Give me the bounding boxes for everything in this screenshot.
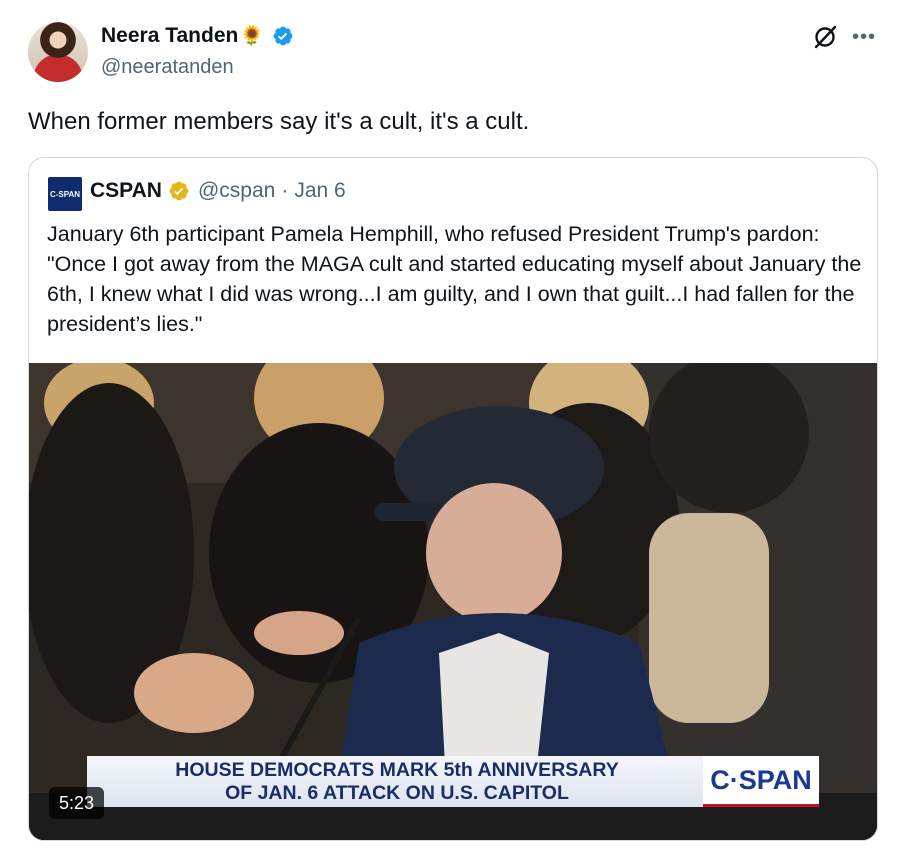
quoted-tweet[interactable]: C-SPAN CSPAN @cspan · Jan 6 January 6th … — [28, 157, 878, 841]
quoted-text: January 6th participant Pamela Hemphill,… — [47, 222, 862, 336]
cspan-avatar[interactable]: C-SPAN — [48, 177, 82, 211]
quoted-date[interactable]: Jan 6 — [294, 179, 345, 203]
author-avatar[interactable] — [28, 22, 88, 82]
video-player[interactable]: HOUSE DEMOCRATS MARK 5th ANNIVERSARY OF … — [29, 363, 877, 840]
chyron-line-1: HOUSE DEMOCRATS MARK 5th ANNIVERSARY — [175, 758, 619, 781]
separator-dot: · — [281, 179, 289, 202]
chyron-banner: HOUSE DEMOCRATS MARK 5th ANNIVERSARY OF … — [87, 756, 707, 807]
more-icon[interactable]: ••• — [852, 26, 876, 49]
author-name[interactable]: Neera Tanden — [101, 24, 238, 48]
cspan-watermark: C·SPAN — [703, 756, 819, 807]
video-duration-badge: 5:23 — [49, 787, 105, 819]
author-handle[interactable]: @neeratanden — [101, 56, 234, 79]
quoted-header: CSPAN @cspan · Jan 6 — [90, 179, 346, 203]
quoted-author-handle[interactable]: @cspan — [198, 179, 275, 203]
tweet-text: When former members say it's a cult, it'… — [28, 108, 530, 135]
quoted-author-name[interactable]: CSPAN — [90, 179, 162, 203]
grok-icon[interactable] — [812, 24, 838, 50]
author-name-row[interactable]: Neera Tanden 🌻 — [101, 24, 294, 48]
verified-badge-icon — [273, 26, 293, 46]
sunflower-emoji: 🌻 — [240, 25, 264, 47]
chyron-line-2: OF JAN. 6 ATTACK ON U.S. CAPITOL — [225, 781, 569, 804]
gold-verified-badge-icon — [169, 181, 189, 201]
